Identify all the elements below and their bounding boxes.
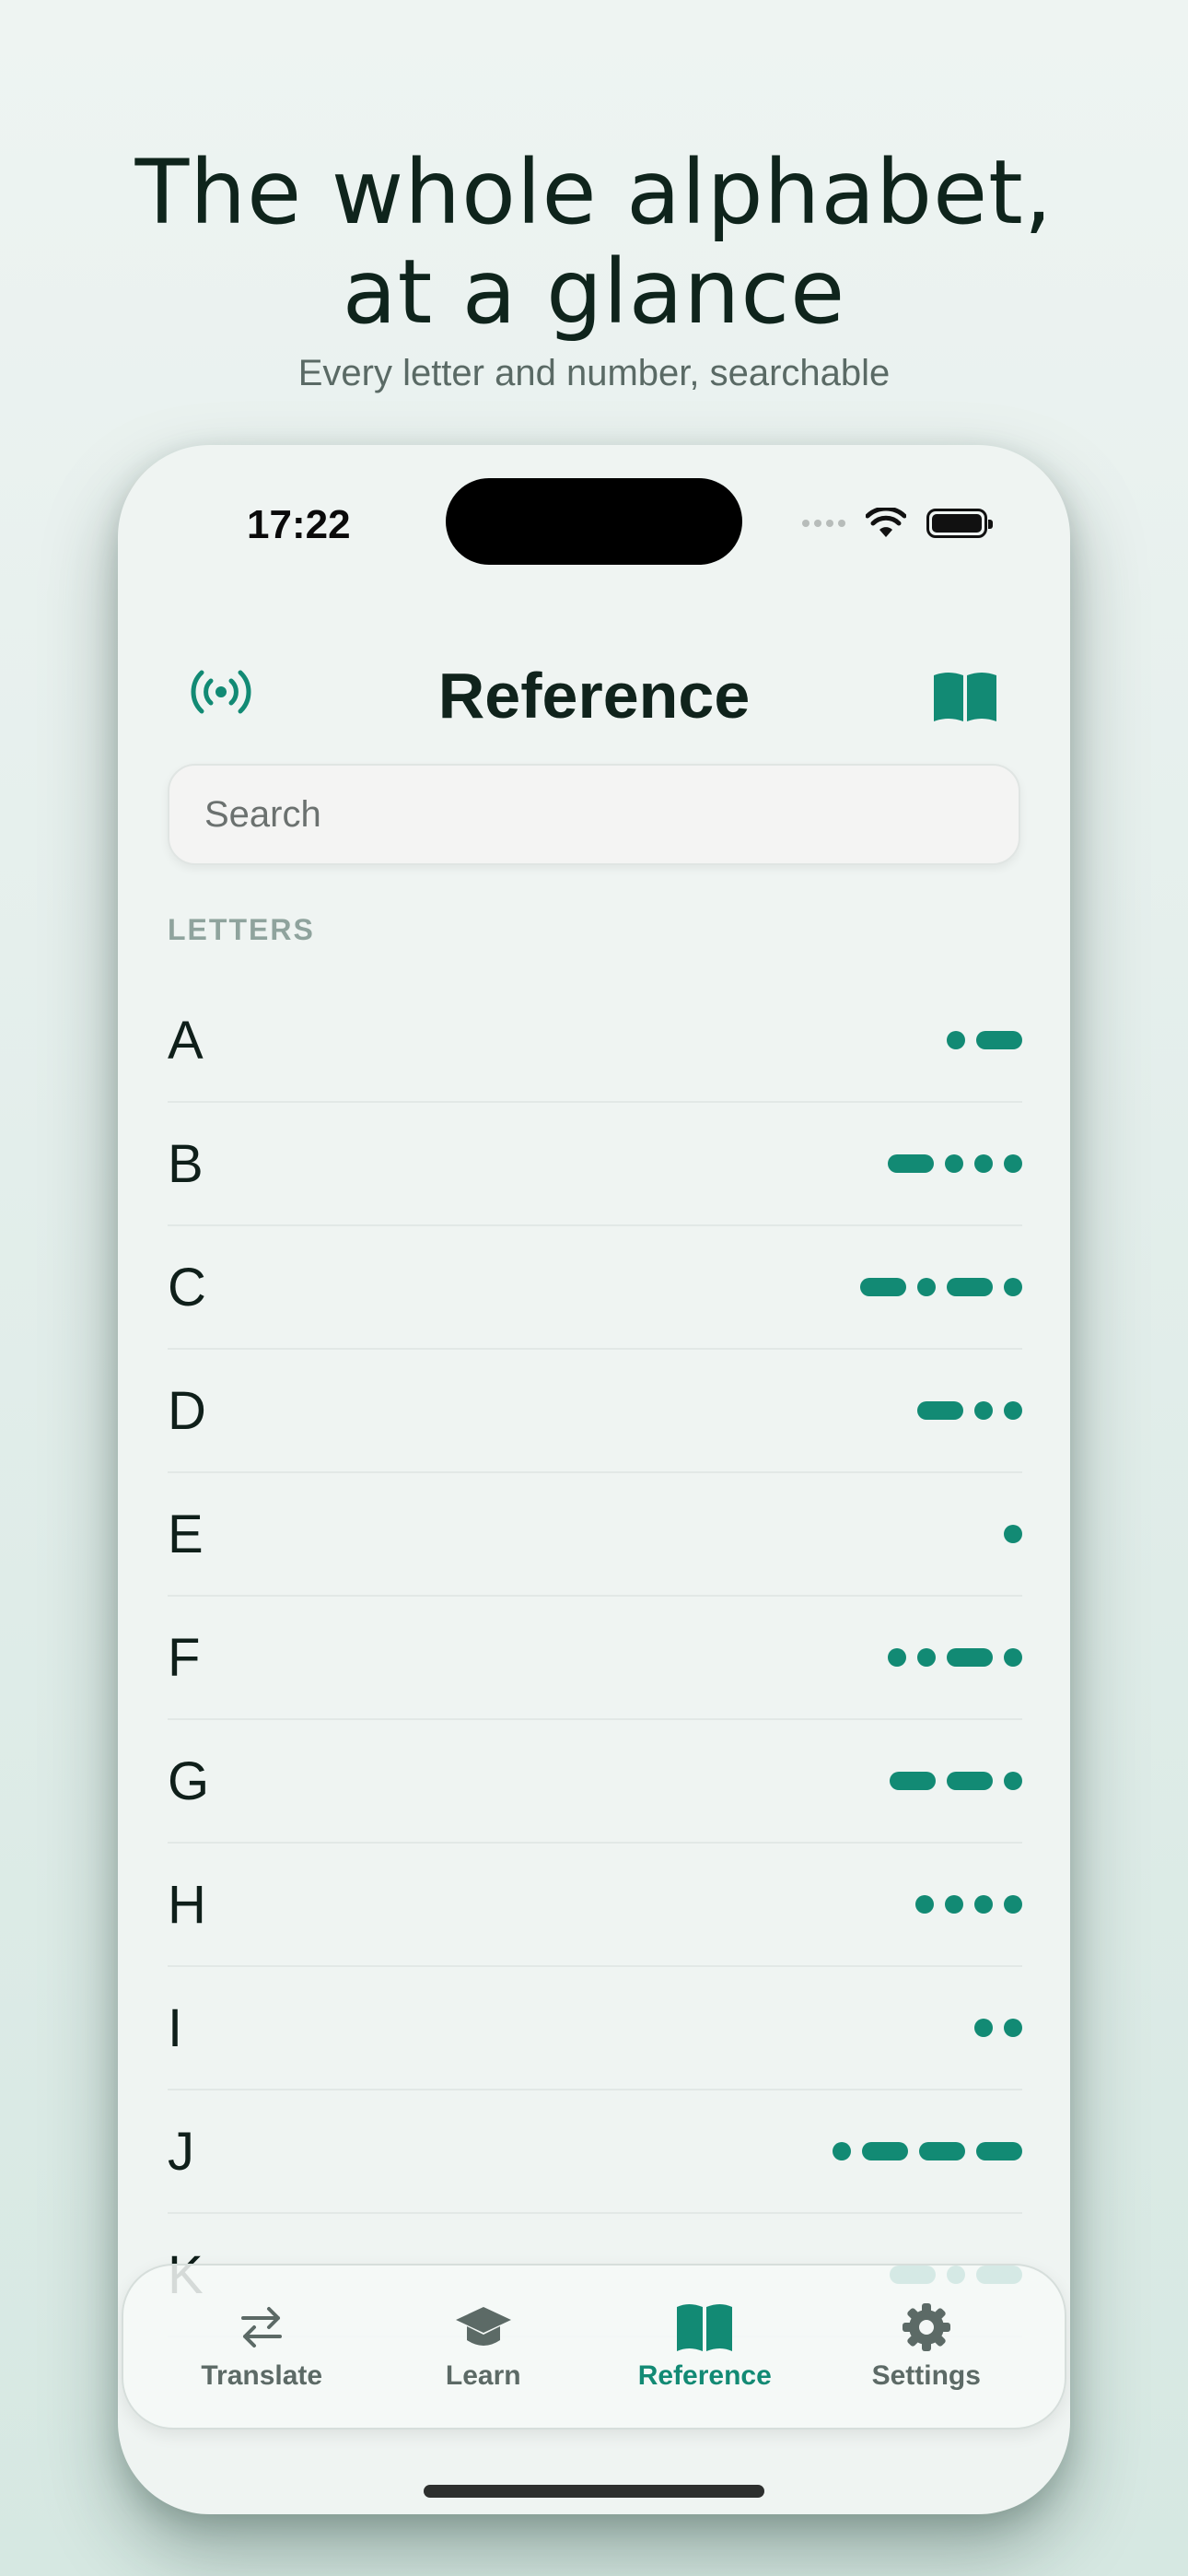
morse-code: [915, 1895, 1022, 1914]
swap-arrows-icon: [241, 2307, 283, 2348]
morse-dash: [947, 1278, 993, 1296]
promo-subtitle: Every letter and number, searchable: [297, 353, 891, 393]
letter-label: H: [168, 1874, 206, 1935]
morse-dash: [919, 2142, 965, 2160]
tab-bar: Translate Learn Reference Settings: [122, 2264, 1066, 2430]
morse-dot: [915, 1895, 934, 1914]
tab-label: Translate: [201, 2360, 323, 2391]
letter-label: C: [168, 1257, 206, 1317]
tab-label: Learn: [445, 2360, 521, 2391]
battery-icon: [926, 509, 993, 538]
promo-headline-line1: The whole alphabet,: [134, 141, 1054, 244]
morse-dot: [917, 1278, 936, 1296]
letter-label: I: [168, 1997, 183, 2058]
morse-dash: [917, 1401, 963, 1420]
status-icons: [802, 508, 993, 539]
morse-dot: [888, 1648, 906, 1667]
morse-dot: [1004, 1278, 1022, 1296]
phone-frame: 17:22 Reference Search LETTERS A B C D E F G H I…: [118, 445, 1070, 2514]
morse-code: [890, 1772, 1022, 1790]
morse-dot: [1004, 1895, 1022, 1914]
morse-dot: [974, 1154, 993, 1173]
morse-dot: [1004, 2019, 1022, 2037]
morse-dash: [860, 1278, 906, 1296]
morse-code: [947, 1031, 1022, 1049]
status-time: 17:22: [247, 502, 351, 547]
list-item[interactable]: F: [168, 1597, 1022, 1720]
morse-code: [860, 1278, 1022, 1296]
morse-dot: [974, 1401, 993, 1420]
tab-translate[interactable]: Translate: [160, 2301, 363, 2392]
section-header-letters: LETTERS: [168, 913, 315, 946]
morse-code: [974, 2019, 1022, 2037]
list-item[interactable]: J: [168, 2090, 1022, 2214]
book-icon[interactable]: [932, 670, 998, 728]
wifi-icon: [866, 508, 906, 537]
tab-label: Settings: [871, 2360, 981, 2391]
cellular-signal-icon: [802, 520, 845, 527]
morse-dot: [945, 1895, 963, 1914]
letter-label: E: [168, 1504, 204, 1564]
list-item[interactable]: I: [168, 1967, 1022, 2090]
graduation-cap-icon: [455, 2307, 511, 2346]
morse-code: [888, 1154, 1022, 1173]
tab-reference[interactable]: Reference: [603, 2301, 806, 2392]
letter-list: ABCDEFGHIJK: [168, 979, 1022, 2337]
morse-code: [917, 1401, 1022, 1420]
search-input[interactable]: Search: [168, 764, 1020, 865]
book-icon: [677, 2304, 733, 2351]
morse-dot: [947, 1031, 965, 1049]
page-title: Reference: [437, 660, 751, 732]
dynamic-island: [446, 478, 742, 565]
morse-dot: [1004, 1772, 1022, 1790]
morse-dash: [890, 1772, 936, 1790]
morse-dash: [947, 1772, 993, 1790]
tab-settings[interactable]: Settings: [825, 2301, 1028, 2392]
morse-dot: [1004, 1525, 1022, 1543]
morse-dash: [976, 1031, 1022, 1049]
letter-label: J: [168, 2121, 194, 2182]
letter-label: F: [168, 1627, 201, 1688]
morse-code: [1004, 1525, 1022, 1543]
morse-dash: [862, 2142, 908, 2160]
gear-icon: [902, 2303, 950, 2351]
morse-dot: [917, 1648, 936, 1667]
tab-label: Reference: [637, 2360, 772, 2391]
morse-code: [833, 2142, 1022, 2160]
list-item[interactable]: D: [168, 1350, 1022, 1473]
tab-learn[interactable]: Learn: [382, 2301, 585, 2392]
list-item[interactable]: A: [168, 979, 1022, 1103]
morse-dot: [974, 1895, 993, 1914]
morse-dot: [1004, 1401, 1022, 1420]
morse-dot: [974, 2019, 993, 2037]
list-item[interactable]: B: [168, 1103, 1022, 1226]
promo-headline-line2: at a glance: [342, 240, 846, 344]
letter-label: G: [168, 1751, 210, 1811]
morse-dot: [833, 2142, 851, 2160]
morse-dash: [976, 2142, 1022, 2160]
list-item[interactable]: E: [168, 1473, 1022, 1597]
letter-label: D: [168, 1380, 206, 1441]
morse-dash: [947, 1648, 993, 1667]
morse-dot: [1004, 1154, 1022, 1173]
list-item[interactable]: C: [168, 1226, 1022, 1350]
morse-dot: [1004, 1648, 1022, 1667]
promo-headline: The whole alphabet, at a glance: [0, 143, 1188, 342]
morse-code: [888, 1648, 1022, 1667]
morse-dash: [888, 1154, 934, 1173]
letter-label: B: [168, 1133, 204, 1194]
list-item[interactable]: G: [168, 1720, 1022, 1844]
home-indicator: [424, 2485, 764, 2498]
letter-label: A: [168, 1010, 204, 1071]
morse-dot: [945, 1154, 963, 1173]
list-item[interactable]: H: [168, 1844, 1022, 1967]
